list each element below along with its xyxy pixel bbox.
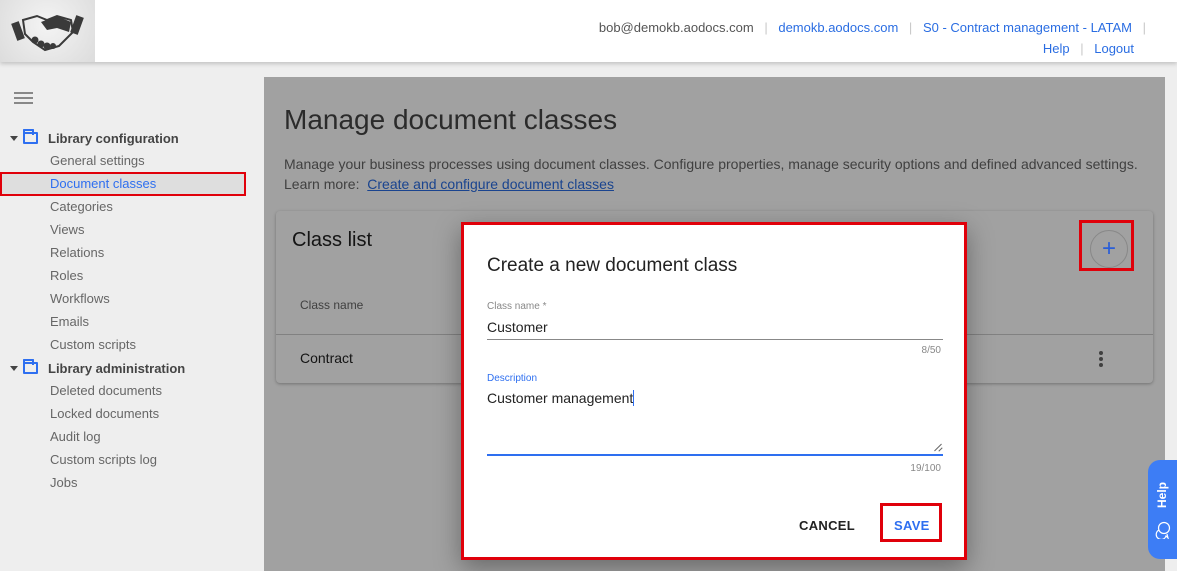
add-button-highlight: + xyxy=(1079,220,1134,271)
description-label: Description xyxy=(487,373,538,384)
logout-link[interactable]: Logout xyxy=(1094,41,1134,56)
logo[interactable] xyxy=(0,0,95,62)
sidebar-item-categories[interactable]: Categories xyxy=(50,197,113,217)
plus-icon: + xyxy=(1101,235,1116,262)
handshake-icon xyxy=(10,14,84,52)
cancel-button[interactable]: CANCEL xyxy=(799,518,855,533)
library-link[interactable]: S0 - Contract management - LATAM xyxy=(923,20,1132,35)
sidebar-item-emails[interactable]: Emails xyxy=(50,312,89,332)
top-header: bob@demokb.aodocs.com | demokb.aodocs.co… xyxy=(0,0,1177,62)
resize-handle-icon[interactable] xyxy=(934,443,942,451)
user-email: bob@demokb.aodocs.com xyxy=(598,20,754,35)
caret-down-icon xyxy=(10,365,18,371)
domain-link[interactable]: demokb.aodocs.com xyxy=(778,20,898,35)
sidebar-item-general-settings[interactable]: General settings xyxy=(50,151,145,171)
sidebar-item-locked-documents[interactable]: Locked documents xyxy=(50,404,159,424)
section-label: Library administration xyxy=(48,360,186,376)
folder-icon xyxy=(23,359,38,374)
sidebar-item-workflows[interactable]: Workflows xyxy=(50,289,110,309)
separator: | xyxy=(908,20,913,35)
text-cursor xyxy=(633,390,635,406)
section-library-administration[interactable]: Library administration xyxy=(10,358,185,378)
section-library-configuration[interactable]: Library configuration xyxy=(10,128,179,148)
sidebar-item-custom-scripts[interactable]: Custom scripts xyxy=(50,335,136,355)
separator: | xyxy=(1142,20,1146,35)
save-button[interactable]: SAVE xyxy=(894,518,930,533)
create-class-dialog: Create a new document class Class name *… xyxy=(461,222,967,560)
sidebar-item-custom-scripts-log[interactable]: Custom scripts log xyxy=(50,450,157,470)
class-name-counter: 8/50 xyxy=(921,345,941,356)
sidebar-item-roles[interactable]: Roles xyxy=(50,266,83,286)
sidebar-item-relations[interactable]: Relations xyxy=(50,243,104,263)
help-widget-tab[interactable]: Help xyxy=(1148,460,1177,559)
separator: | xyxy=(764,20,768,35)
hamburger-menu-icon[interactable] xyxy=(14,92,33,104)
separator: | xyxy=(1080,41,1084,56)
sidebar-item-views[interactable]: Views xyxy=(50,220,84,240)
folder-icon xyxy=(23,129,38,144)
help-link[interactable]: Help xyxy=(1043,41,1070,56)
section-label: Library configuration xyxy=(48,130,179,146)
class-name-label: Class name * xyxy=(487,301,547,312)
chat-bubble-icon xyxy=(1155,521,1171,539)
save-button-highlight: SAVE xyxy=(880,503,942,542)
description-textarea[interactable]: Customer management xyxy=(487,390,943,452)
header-links: bob@demokb.aodocs.com | demokb.aodocs.co… xyxy=(557,17,1177,59)
sidebar-item-document-classes[interactable]: Document classes xyxy=(50,174,156,194)
class-name-underline xyxy=(487,339,943,340)
dialog-title: Create a new document class xyxy=(487,255,738,276)
class-name-input[interactable] xyxy=(487,317,943,337)
caret-down-icon xyxy=(10,135,18,141)
sidebar-item-deleted-documents[interactable]: Deleted documents xyxy=(50,381,162,401)
sidebar-item-jobs[interactable]: Jobs xyxy=(50,473,77,493)
description-underline xyxy=(487,454,943,456)
description-value: Customer management xyxy=(487,390,634,406)
sidebar-item-audit-log[interactable]: Audit log xyxy=(50,427,101,447)
sidebar: Library configuration General settings D… xyxy=(0,62,264,571)
add-class-button[interactable]: + xyxy=(1090,230,1128,268)
help-widget-label: Help xyxy=(1155,481,1170,509)
description-counter: 19/100 xyxy=(910,463,941,474)
